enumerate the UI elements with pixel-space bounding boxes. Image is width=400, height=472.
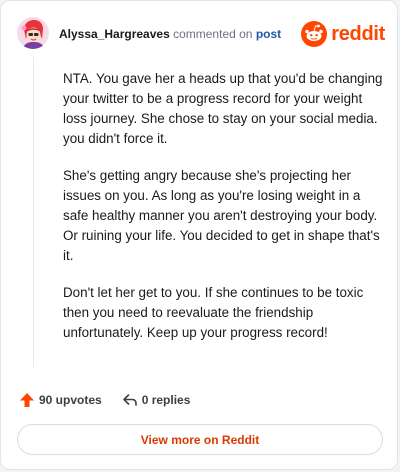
thread-line [33, 57, 34, 367]
byline: Alyssa_Hargreaves commented on post [59, 27, 281, 41]
comment-card: Alyssa_Hargreaves commented on post redd… [0, 0, 398, 470]
upvote-button[interactable]: 90 upvotes [19, 392, 102, 408]
comment-header: Alyssa_Hargreaves commented on post redd… [17, 17, 385, 51]
avatar[interactable] [17, 17, 49, 49]
reddit-logo-icon [301, 21, 328, 47]
reddit-wordmark: reddit [331, 22, 385, 45]
view-more-button[interactable]: View more on Reddit [17, 424, 383, 455]
commented-on-label: commented on [173, 27, 253, 41]
reply-button[interactable]: 0 replies [122, 392, 191, 408]
reddit-brand[interactable]: reddit [301, 21, 385, 47]
comment-body: NTA. You gave her a heads up that you'd … [63, 69, 383, 360]
upvote-count: 90 upvotes [39, 393, 102, 407]
post-link[interactable]: post [256, 27, 281, 41]
upvote-arrow-icon [20, 393, 34, 407]
comment-actions: 90 upvotes 0 replies [19, 389, 190, 411]
comment-paragraph: Don't let her get to you. If she continu… [63, 285, 364, 340]
reply-count: 0 replies [141, 393, 191, 407]
comment-paragraph: She's getting angry because she's projec… [63, 168, 380, 263]
reply-icon [122, 394, 137, 406]
comment-paragraph: NTA. You gave her a heads up that you'd … [63, 71, 383, 146]
username-link[interactable]: Alyssa_Hargreaves [59, 27, 170, 41]
